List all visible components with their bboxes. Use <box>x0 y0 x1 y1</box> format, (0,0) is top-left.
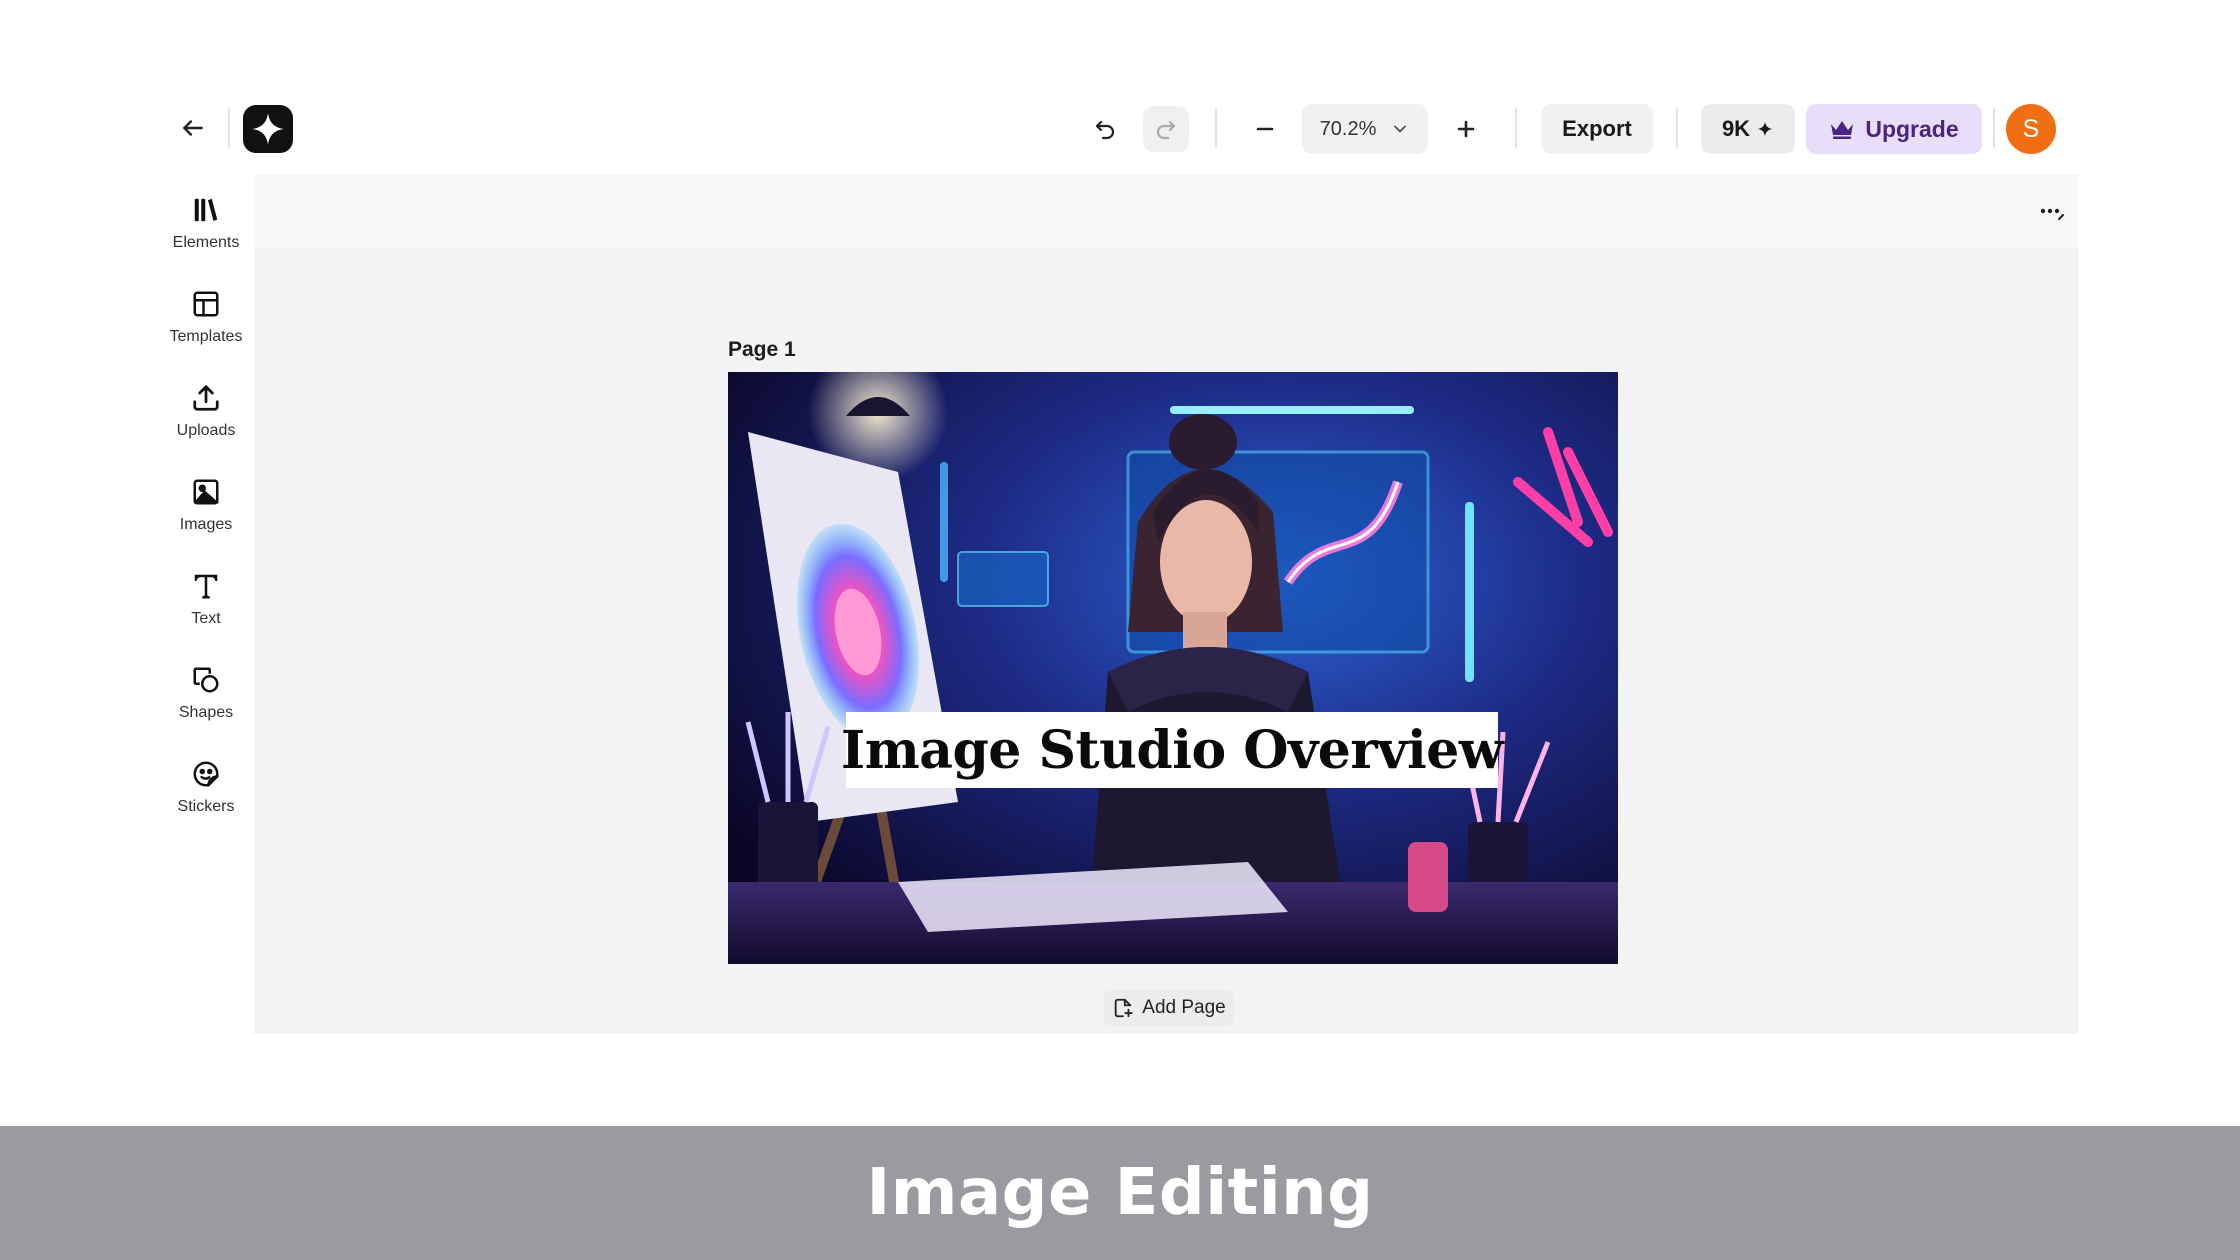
sidebar-item-label: Shapes <box>178 704 234 721</box>
sticker-icon <box>189 758 223 789</box>
more-horizontal-icon <box>2040 208 2064 220</box>
zoom-out-button[interactable] <box>1242 106 1288 152</box>
templates-icon <box>189 288 223 319</box>
sparkle-icon <box>1757 121 1773 137</box>
zoom-level-value: 70.2% <box>1319 117 1377 140</box>
export-label: Export <box>1562 116 1632 141</box>
more-options-button[interactable] <box>2032 196 2072 230</box>
minus-icon <box>1256 127 1274 131</box>
arrow-left-icon <box>183 120 203 136</box>
zoom-in-button[interactable] <box>1443 106 1489 152</box>
add-page-icon <box>1115 998 1133 1018</box>
user-avatar[interactable]: S <box>2006 104 2056 154</box>
sidebar-item-label: Templates <box>169 328 243 345</box>
workspace-header <box>254 174 2078 248</box>
sidebar-item-label: Elements <box>172 234 240 251</box>
toolbar-divider <box>1515 108 1517 148</box>
credits-button[interactable]: 9K <box>1701 104 1795 154</box>
sidebar-item-templates[interactable]: Templates <box>158 266 254 346</box>
redo-icon <box>1156 120 1176 140</box>
text-icon <box>189 570 223 601</box>
add-page-button[interactable]: Add Page <box>1104 990 1234 1026</box>
undo-button[interactable] <box>1082 106 1128 152</box>
upgrade-label: Upgrade <box>1865 115 1959 142</box>
plus-icon <box>1457 120 1475 138</box>
sidebar-item-label: Text <box>191 610 221 627</box>
toolbar-divider <box>1676 108 1678 148</box>
toolbar-divider <box>1215 108 1217 148</box>
sidebar-item-label: Images <box>179 516 233 533</box>
image-icon <box>189 476 223 507</box>
shapes-icon <box>189 664 223 695</box>
canvas-title-text: Image Studio Overview <box>840 719 1504 781</box>
credits-label: 9K <box>1721 116 1751 141</box>
zoom-level-dropdown[interactable]: 70.2% <box>1302 104 1428 154</box>
sparkle-logo-icon <box>252 113 284 145</box>
sidebar-item-text[interactable]: Text <box>158 548 254 628</box>
sidebar-item-uploads[interactable]: Uploads <box>158 360 254 440</box>
elements-icon <box>189 194 223 225</box>
sidebar-item-shapes[interactable]: Shapes <box>158 642 254 722</box>
undo-icon <box>1095 120 1115 140</box>
export-button[interactable]: Export <box>1541 104 1653 154</box>
back-button[interactable] <box>172 107 214 149</box>
caption-banner: Image Editing <box>0 1126 2240 1260</box>
caption-text: Image Editing <box>866 1156 1374 1230</box>
top-toolbar: 70.2% Export 9K Upgrade S <box>0 0 2240 172</box>
sidebar-item-label: Uploads <box>176 422 236 439</box>
upgrade-button[interactable]: Upgrade <box>1806 104 1982 154</box>
upload-icon <box>189 382 223 413</box>
artwork-image[interactable] <box>728 372 1618 964</box>
design-canvas[interactable]: Image Studio Overview <box>728 372 1618 964</box>
toolbar-divider <box>1993 108 1995 148</box>
chevron-down-icon <box>1394 125 1407 133</box>
sidebar-item-label: Stickers <box>177 798 235 815</box>
editor-workspace: Page 1 Image Studio Overview Add Page <box>254 174 2078 1034</box>
app-logo[interactable] <box>243 105 293 153</box>
sidebar-item-elements[interactable]: Elements <box>158 172 254 252</box>
add-page-label: Add Page <box>1142 997 1226 1018</box>
redo-button[interactable] <box>1143 106 1189 152</box>
tool-sidebar: Elements Templates Uploads Images Text S… <box>158 172 254 1032</box>
sidebar-item-images[interactable]: Images <box>158 454 254 534</box>
sidebar-item-stickers[interactable]: Stickers <box>158 736 254 816</box>
canvas-title-textbox[interactable]: Image Studio Overview <box>841 712 1504 788</box>
page-label: Page 1 <box>728 338 796 361</box>
toolbar-divider <box>228 108 230 148</box>
avatar-initial: S <box>2022 114 2040 143</box>
crown-icon <box>1831 121 1854 139</box>
